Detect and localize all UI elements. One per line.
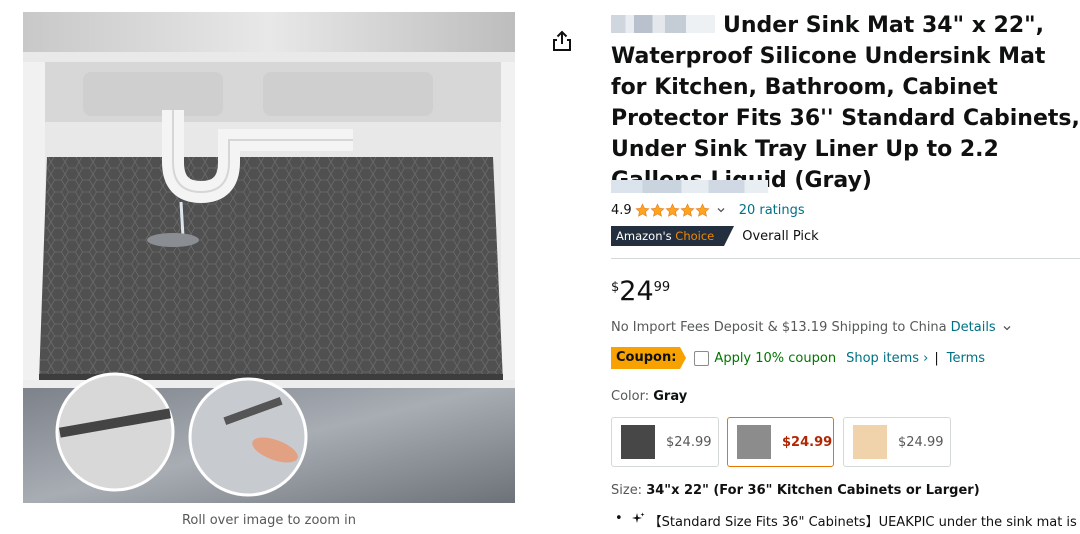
swatch-price: $24.99 xyxy=(782,434,833,450)
terms-link[interactable]: Terms xyxy=(947,351,985,366)
price-fraction: 99 xyxy=(653,280,671,295)
zoom-hint: Roll over image to zoom in xyxy=(181,513,357,528)
color-swatch-beige[interactable]: $24.99 xyxy=(843,417,951,467)
choice-accent: Choice xyxy=(675,229,715,243)
price: $2499 xyxy=(611,277,670,307)
price-whole: 24 xyxy=(619,276,654,307)
amazons-choice-row: Amazon's Choice Overall Pick xyxy=(611,226,819,246)
shipping-info: No Import Fees Deposit & $13.19 Shipping… xyxy=(611,320,1012,335)
divider xyxy=(611,258,1080,259)
rating-score: 4.9 xyxy=(611,202,632,218)
separator: | xyxy=(934,350,939,366)
bullet-dot: • xyxy=(615,511,623,526)
choice-label: Overall Pick xyxy=(742,228,819,244)
color-chip xyxy=(737,425,771,459)
product-photo xyxy=(23,12,515,503)
chevron-down-icon[interactable] xyxy=(1002,323,1012,333)
color-label-text: Color: xyxy=(611,389,654,404)
sparkle-icon xyxy=(631,512,645,523)
product-title: Under Sink Mat 34" x 22", Waterproof Sil… xyxy=(611,10,1080,196)
star-icon xyxy=(650,202,665,217)
shipping-text: No Import Fees Deposit & $13.19 Shipping… xyxy=(611,320,947,335)
shop-items-link[interactable]: Shop items › xyxy=(846,351,928,366)
swatch-price: $24.99 xyxy=(898,434,944,450)
share-icon[interactable] xyxy=(551,29,573,53)
product-main-image[interactable] xyxy=(23,12,515,503)
size-value: 34"x 22" (For 36" Kitchen Cabinets or La… xyxy=(646,483,980,498)
size-label-text: Size: xyxy=(611,483,647,498)
swatch-price: $24.99 xyxy=(666,434,712,450)
ratings-count-link[interactable]: 20 ratings xyxy=(739,203,805,218)
price-symbol: $ xyxy=(611,280,620,295)
brand-name-redacted xyxy=(611,15,715,33)
color-swatch-dark-gray[interactable]: $24.99 xyxy=(611,417,719,467)
chevron-down-icon[interactable] xyxy=(716,205,726,215)
star-icon xyxy=(635,202,650,217)
star-icon xyxy=(695,202,710,217)
star-icon xyxy=(680,202,695,217)
color-label: Color: Gray xyxy=(611,389,687,404)
star-rating[interactable] xyxy=(635,202,710,218)
feature-bullet: • 【Standard Size Fits 36" Cabinets】UEAKP… xyxy=(611,511,1080,530)
coupon-badge: Coupon: xyxy=(611,347,687,369)
choice-prefix: Amazon's xyxy=(616,229,672,243)
coupon-checkbox[interactable] xyxy=(694,350,710,366)
rating-row: 4.9 20 ratings xyxy=(611,201,805,219)
color-swatch-gray[interactable]: $24.99 xyxy=(727,417,834,467)
color-chip xyxy=(853,425,887,459)
store-link-redacted[interactable] xyxy=(611,180,768,193)
coupon-row: Coupon: Apply 10% coupon Shop items › | … xyxy=(611,347,985,369)
star-icon xyxy=(665,202,680,217)
coupon-apply-text[interactable]: Apply 10% coupon xyxy=(714,351,836,366)
feature-bullet-text: 【Standard Size Fits 36" Cabinets】UEAKPIC… xyxy=(648,515,1077,530)
color-value: Gray xyxy=(653,389,688,404)
shipping-details-link[interactable]: Details xyxy=(951,320,996,335)
product-title-text: Under Sink Mat 34" x 22", Waterproof Sil… xyxy=(611,13,1080,193)
amazons-choice-badge: Amazon's Choice xyxy=(611,226,735,246)
size-label: Size: 34"x 22" (For 36" Kitchen Cabinets… xyxy=(611,483,980,498)
color-chip xyxy=(621,425,655,459)
